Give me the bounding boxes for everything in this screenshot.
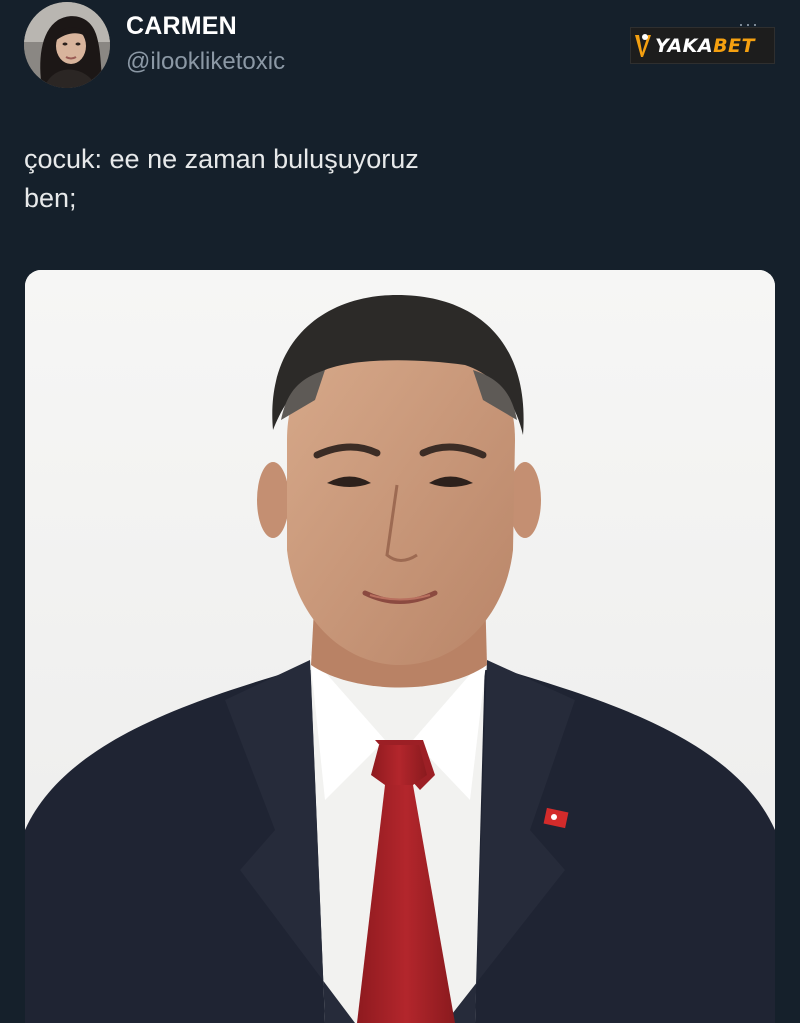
tweet-text-line: çocuk: ee ne zaman buluşuyoruz xyxy=(24,144,419,174)
avatar-image xyxy=(24,2,110,88)
yakabet-logo: YAKABET xyxy=(630,27,775,64)
tweet-text: çocuk: ee ne zaman buluşuyoruz ben; xyxy=(24,140,764,218)
portrait-image xyxy=(25,270,775,1023)
tweet: CARMEN @ilookliketoxic ··· YAKABET çocuk… xyxy=(0,0,800,1023)
tweet-photo[interactable] xyxy=(25,270,775,1023)
logo-suffix: BET xyxy=(713,34,755,57)
display-name[interactable]: CARMEN xyxy=(126,12,237,41)
logo-prefix: YAKA xyxy=(655,34,714,57)
tweet-text-line: ben; xyxy=(24,183,77,213)
avatar[interactable] xyxy=(24,2,110,88)
user-handle[interactable]: @ilookliketoxic xyxy=(126,48,285,76)
logo-mark-icon xyxy=(635,33,651,57)
logo-text: YAKABET xyxy=(655,35,755,57)
